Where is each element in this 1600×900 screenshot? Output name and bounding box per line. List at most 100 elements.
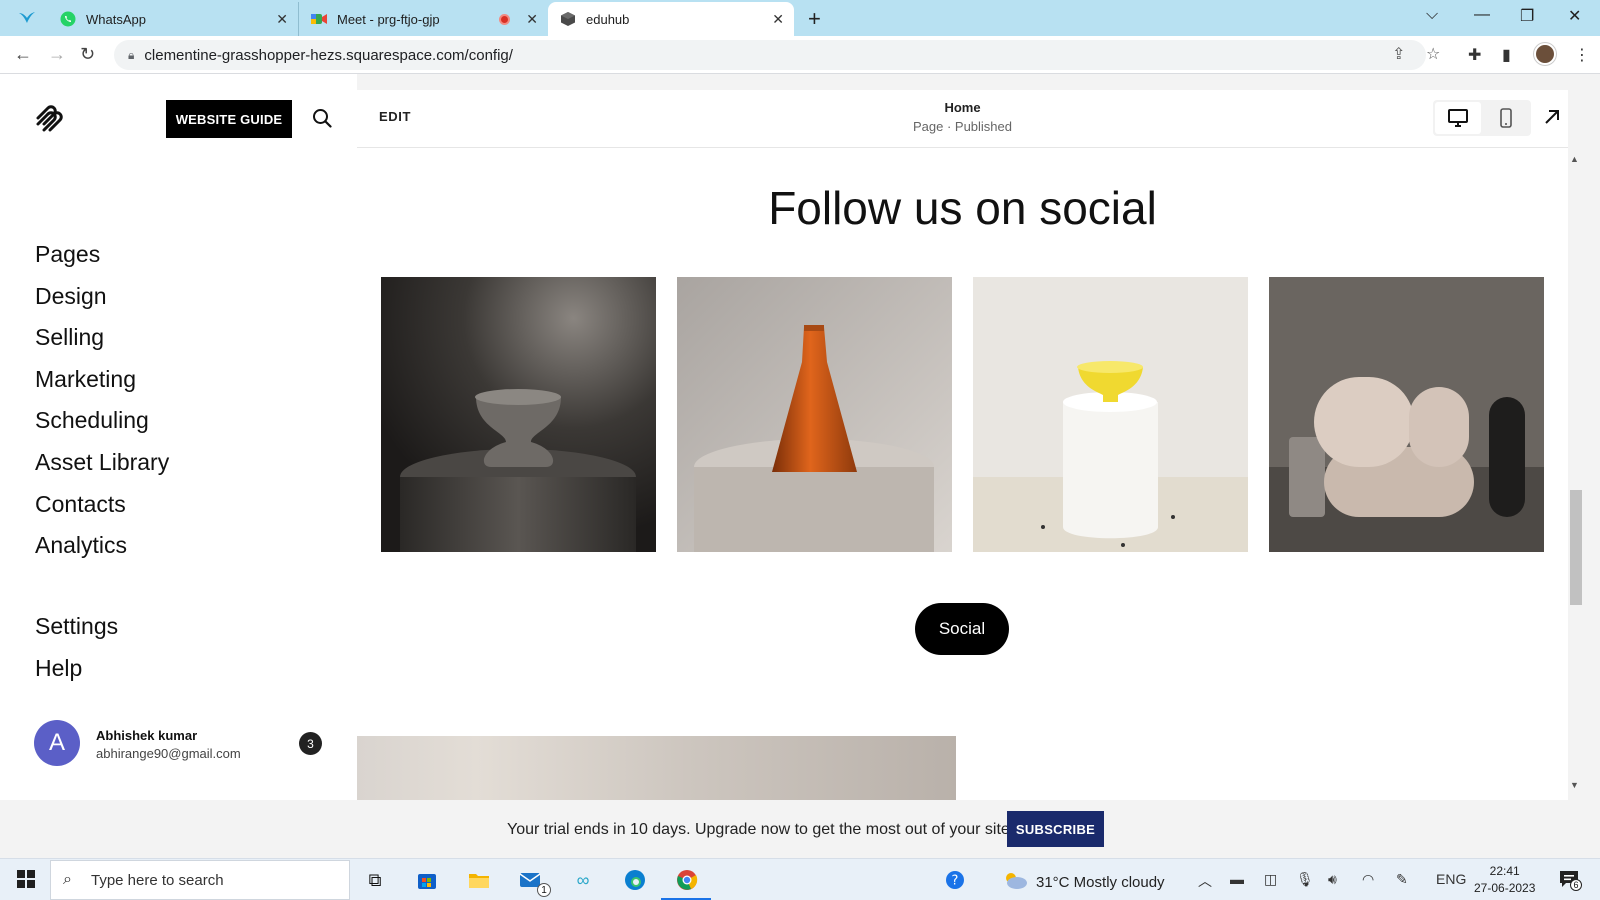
gallery-image-2[interactable] xyxy=(677,277,952,552)
edge-browser-icon[interactable] xyxy=(622,867,648,893)
device-view-toggle xyxy=(1433,100,1531,136)
website-guide-button[interactable]: WEBSITE GUIDE xyxy=(166,100,292,138)
share-icon[interactable]: ⇪ xyxy=(1392,44,1405,64)
infinity-app-icon[interactable]: ∞ xyxy=(570,867,596,893)
weather-widget[interactable]: 31°C Mostly cloudy xyxy=(1002,870,1165,894)
taskbar-search-placeholder: Type here to search xyxy=(91,871,224,889)
nav-item-asset-library[interactable]: Asset Library xyxy=(35,442,169,484)
battery-icon[interactable]: ▬ xyxy=(1230,871,1244,887)
tab-search-chevron-icon[interactable]: ⌵ xyxy=(1426,6,1438,24)
back-icon[interactable]: ← xyxy=(14,44,32,65)
windows-taskbar: ⌕ Type here to search ⧉ 1 ∞ ? 31°C Mostl… xyxy=(0,858,1600,900)
tab-label: Meet - prg-ftjo-gjp xyxy=(337,11,440,27)
tab-eduhub[interactable]: eduhub ✕ xyxy=(548,2,794,36)
recording-indicator-icon xyxy=(499,14,510,25)
squarespace-logo-icon[interactable] xyxy=(34,104,64,134)
notifications-icon[interactable]: 6 xyxy=(1558,869,1582,891)
page-canvas: Follow us on social Social xyxy=(357,149,1568,800)
scroll-up-arrow-icon[interactable]: ▲ xyxy=(1570,154,1579,164)
whatsapp-icon xyxy=(60,11,76,27)
profile-avatar[interactable] xyxy=(1534,43,1556,65)
minimize-icon[interactable]: — xyxy=(1474,6,1490,24)
chrome-icon[interactable] xyxy=(674,867,700,893)
volume-icon[interactable]: 🔊︎ xyxy=(1328,871,1337,888)
gallery-image-4[interactable] xyxy=(1269,277,1544,552)
meet-tray-icon[interactable]: ◫ xyxy=(1264,871,1277,888)
notification-count-badge: 6 xyxy=(1570,879,1582,891)
avatar: A xyxy=(34,720,80,766)
close-tab-icon[interactable]: ✕ xyxy=(526,11,538,28)
restore-icon[interactable]: ❐ xyxy=(1520,6,1534,26)
side-panel-icon[interactable]: ▮ xyxy=(1502,45,1511,65)
nav-item-marketing[interactable]: Marketing xyxy=(35,359,169,401)
tab-whatsapp[interactable]: WhatsApp ✕ xyxy=(48,2,298,36)
page-editor: EDIT Home Page · Published Follow us on … xyxy=(357,90,1568,800)
tab-meet[interactable]: Meet - prg-ftjo-gjp ✕ xyxy=(298,2,548,36)
bookmark-star-icon[interactable]: ☆ xyxy=(1426,44,1440,64)
nav-item-help[interactable]: Help xyxy=(35,648,118,690)
bird-icon xyxy=(19,12,35,23)
nav-item-design[interactable]: Design xyxy=(35,276,169,318)
show-hidden-icons-chevron-icon[interactable]: ︿ xyxy=(1198,871,1212,891)
nav-item-contacts[interactable]: Contacts xyxy=(35,484,169,526)
sidebar: WEBSITE GUIDE Pages Design Selling Marke… xyxy=(0,74,357,800)
gallery-image-1[interactable] xyxy=(381,277,656,552)
file-explorer-icon[interactable] xyxy=(466,867,492,893)
account-menu[interactable]: A Abhishek kumar abhirange90@gmail.com 3 xyxy=(34,720,334,768)
reload-icon[interactable]: ↻ xyxy=(80,44,95,65)
taskbar-search-input[interactable]: ⌕ Type here to search xyxy=(50,860,350,900)
mail-badge: 1 xyxy=(537,883,551,897)
lock-icon: 🔒︎ xyxy=(128,47,135,62)
scroll-down-arrow-icon[interactable]: ▼ xyxy=(1570,780,1579,790)
url-text: clementine-grasshopper-hezs.squarespace.… xyxy=(144,46,513,64)
next-section-image xyxy=(357,736,956,800)
nav-item-selling[interactable]: Selling xyxy=(35,317,169,359)
main-nav: Pages Design Selling Marketing Schedulin… xyxy=(35,234,169,567)
editor-header: EDIT Home Page · Published xyxy=(357,90,1568,148)
editor-scrollbar-thumb[interactable] xyxy=(1570,490,1582,605)
extensions-puzzle-icon[interactable]: ✚ xyxy=(1468,45,1481,65)
new-tab-button[interactable]: + xyxy=(808,6,821,32)
search-icon[interactable] xyxy=(312,108,334,130)
microsoft-store-icon[interactable] xyxy=(414,867,440,893)
help-icon[interactable]: ? xyxy=(942,867,968,893)
close-tab-icon[interactable]: ✕ xyxy=(772,11,784,28)
browser-tab-strip: WhatsApp ✕ Meet - prg-ftjo-gjp ✕ eduhub … xyxy=(0,0,1600,36)
microphone-icon[interactable]: 🎙︎ xyxy=(1296,871,1314,888)
weather-text: 31°C Mostly cloudy xyxy=(1036,873,1165,891)
page-status: Page · Published xyxy=(912,119,1012,134)
cloudy-weather-icon xyxy=(1002,870,1028,894)
language-indicator[interactable]: ENG xyxy=(1436,871,1466,887)
desktop-view-icon[interactable] xyxy=(1435,102,1481,134)
pinned-tab[interactable] xyxy=(12,8,42,28)
nav-item-scheduling[interactable]: Scheduling xyxy=(35,400,169,442)
system-clock[interactable]: 22:41 27-06-2023 xyxy=(1474,863,1535,897)
clock-date: 27-06-2023 xyxy=(1474,881,1536,895)
nav-item-settings[interactable]: Settings xyxy=(35,606,118,648)
mobile-view-icon[interactable] xyxy=(1483,102,1529,134)
task-view-icon[interactable]: ⧉ xyxy=(362,867,388,893)
close-tab-icon[interactable]: ✕ xyxy=(276,11,288,28)
open-site-arrow-icon[interactable] xyxy=(1543,108,1563,128)
meet-icon xyxy=(311,11,327,27)
trial-banner: Your trial ends in 10 days. Upgrade now … xyxy=(0,800,1600,858)
windows-start-icon[interactable] xyxy=(17,870,35,888)
pen-icon[interactable]: ✎ xyxy=(1396,871,1408,888)
gallery-image-3[interactable] xyxy=(973,277,1248,552)
user-email: abhirange90@gmail.com xyxy=(96,746,241,761)
wifi-icon[interactable]: ◠ xyxy=(1362,871,1374,888)
browser-toolbar: ← → ↻ 🔒︎ clementine-grasshopper-hezs.squ… xyxy=(0,36,1600,74)
subscribe-button[interactable]: SUBSCRIBE xyxy=(1007,811,1104,847)
squarespace-app: WEBSITE GUIDE Pages Design Selling Marke… xyxy=(0,74,1600,800)
social-button[interactable]: Social xyxy=(915,603,1009,655)
nav-item-analytics[interactable]: Analytics xyxy=(35,525,169,567)
nav-item-pages[interactable]: Pages xyxy=(35,234,169,276)
browser-menu-icon[interactable]: ⋮ xyxy=(1574,45,1590,65)
tab-label: eduhub xyxy=(586,11,630,27)
page-title: Home xyxy=(944,100,981,115)
address-bar[interactable]: 🔒︎ clementine-grasshopper-hezs.squarespa… xyxy=(114,40,1426,70)
close-window-icon[interactable]: ✕ xyxy=(1568,6,1581,26)
user-name: Abhishek kumar xyxy=(96,728,198,743)
forward-icon[interactable]: → xyxy=(48,44,66,65)
squarespace-favicon-icon xyxy=(560,11,576,27)
